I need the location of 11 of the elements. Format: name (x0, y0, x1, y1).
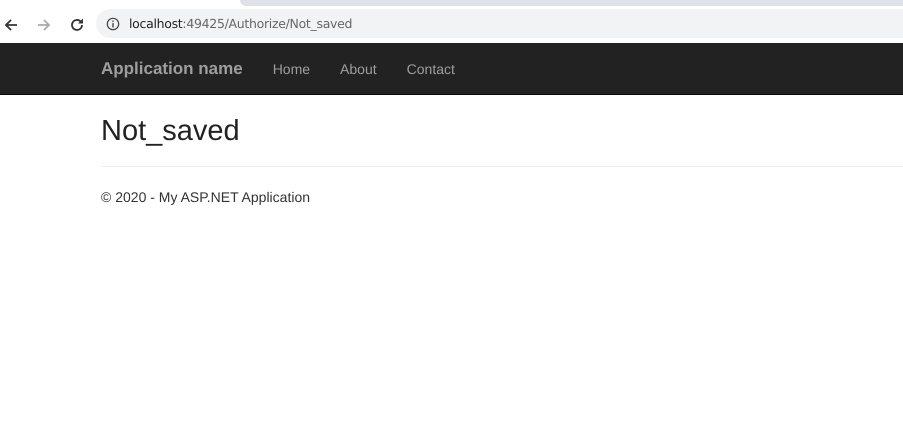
info-icon[interactable] (106, 16, 120, 30)
url-text: localhost:49425/Authorize/Not_saved (129, 16, 352, 31)
back-icon[interactable] (3, 16, 19, 32)
footer-text: © 2020 - My ASP.NET Application (101, 189, 312, 205)
brand-link[interactable]: Application name (101, 58, 243, 78)
nav-link[interactable]: Contact (406, 60, 455, 76)
page-heading: Not_saved (101, 115, 241, 147)
nav-link[interactable]: About (340, 60, 377, 76)
reload-icon[interactable] (69, 16, 85, 32)
address-bar[interactable]: localhost:49425/Authorize/Not_saved (96, 9, 903, 38)
nav-link[interactable]: Home (272, 60, 310, 76)
